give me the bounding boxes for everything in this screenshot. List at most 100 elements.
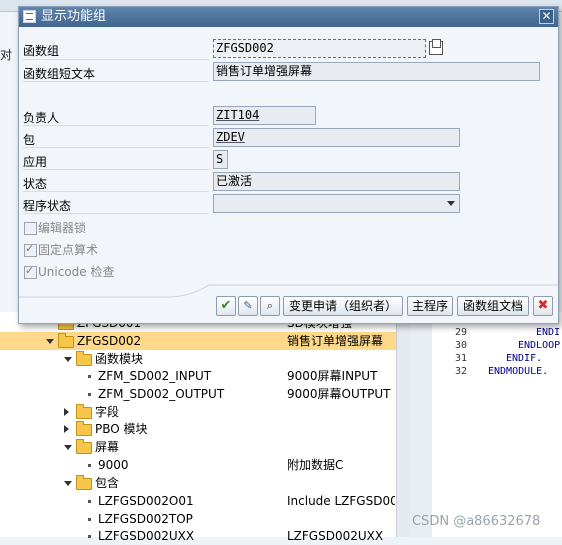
code-line-number: 29 [454,327,467,338]
leaf-bullet-icon [88,393,91,396]
watermark: CSDN @a86632678 [412,514,541,529]
tree-row[interactable]: ZFM_SD002_OUTPUT 9000屏幕OUTPUT [0,385,396,403]
confirm-check-icon[interactable]: ✔ [216,296,236,316]
expand-arrow-icon[interactable] [64,445,72,450]
tree-node-name: PBO 模块 [95,422,148,436]
tree-row[interactable]: ZFGSD002 销售订单增强屏幕 [0,332,396,350]
short-text-label: 函数组短文本 [23,67,96,81]
tree-row[interactable]: PBO 模块 [0,420,396,438]
expand-arrow-icon[interactable] [64,481,72,486]
program-status-dropdown[interactable] [213,194,460,213]
background-object-label: 对 [0,48,13,62]
tree-node-name: ZFM_SD002_INPUT [98,369,212,383]
application-field[interactable]: S [213,150,228,169]
tree-node-name: ZFGSD002 [77,334,142,348]
tree-row[interactable]: 屏幕 [0,438,396,456]
leaf-bullet-icon [88,464,91,467]
unicode-check-checkbox[interactable] [24,264,37,279]
change-request-button[interactable]: 变更申请（组织者） [283,296,403,316]
label-underline [23,191,209,192]
package-field[interactable]: ZDEV [213,128,460,147]
code-line-number: 30 [454,340,467,351]
owner-label: 负责人 [23,111,60,125]
tree-node-description: Include LZFGSD002 [287,494,395,508]
tree-row[interactable]: 9000 附加数据C [0,456,396,474]
tree-node-name: 函数模块 [95,352,144,366]
object-tree[interactable]: ZFGSD001SD模块增强ZFGSD002销售订单增强屏幕函数模块ZFM_SD… [0,312,396,543]
unicode-check-label: Unicode 检查 [38,265,115,279]
editor-lock-checkbox[interactable] [24,222,37,235]
tree-node-name: 屏幕 [95,440,120,454]
label-underline [23,213,209,214]
tree-node-description: LZFGSD002UXX [287,529,384,543]
code-line-text[interactable]: ENDIF. [506,352,542,366]
owner-field[interactable]: ZIT104 [213,106,316,125]
tree-row[interactable]: LZFGSD002O01 Include LZFGSD002 [0,492,396,510]
tree-node-name: ZFM_SD002_OUTPUT [98,387,225,401]
function-group-docs-button[interactable]: 函数组文档 [457,296,529,316]
label-underline [23,125,209,126]
collapsed-arrow-icon[interactable] [64,408,69,416]
program-status-label: 程序状态 [23,199,72,213]
display-change-icon[interactable]: ✎ [238,296,258,316]
label-underline [23,169,209,170]
tree-node-name: LZFGSD002TOP [98,512,193,526]
label-underline [23,81,209,82]
display-function-group-dialog: 显示功能组 ✕ 函数组 ZFGSD002 函数组短文本 销售订单增强屏幕 负责人… [18,6,559,324]
search-icon[interactable]: ⌕ [260,296,280,316]
close-icon[interactable]: ✕ [539,9,554,24]
code-line-gutter [410,312,432,537]
dialog-title: 显示功能组 [41,9,107,24]
window-icon [23,10,36,23]
tree-node-name: LZFGSD002O01 [98,494,194,508]
status-field[interactable]: 已激活 [213,172,460,191]
short-text-field[interactable]: 销售订单增强屏幕 [213,62,540,81]
tree-node-name: 9000 [98,458,129,472]
tree-row[interactable]: ZFM_SD002_INPUT 9000屏幕INPUT [0,367,396,385]
fixed-point-arithmetic-checkbox[interactable] [24,242,37,257]
code-line-text[interactable]: ENDMODULE. [488,365,548,379]
tree-row[interactable]: 字段 [0,403,396,421]
chevron-down-icon[interactable] [447,201,455,206]
code-line-number: 32 [454,366,467,377]
code-line-number: 31 [454,353,467,364]
folder-icon [58,333,74,348]
tree-row[interactable]: 包含 [0,474,396,492]
tree-node-description: 9000屏幕OUTPUT [287,387,391,401]
function-group-field[interactable]: ZFGSD002 [213,39,426,58]
tree-node-description: 9000屏幕INPUT [287,369,378,383]
function-group-label: 函数组 [23,44,60,58]
expand-arrow-icon[interactable] [46,339,54,344]
folder-icon [76,404,92,419]
editor-lock-label: 编辑器锁 [38,221,87,235]
code-line-text[interactable]: ENDI [536,326,560,340]
leaf-bullet-icon [88,375,91,378]
tree-node-name: 包含 [95,476,120,490]
collapsed-arrow-icon[interactable] [64,425,69,433]
package-label: 包 [23,133,36,147]
tree-row[interactable]: LZFGSD002TOP [0,510,396,528]
tree-node-description: 销售订单增强屏幕 [287,334,384,348]
dialog-titlebar[interactable]: 显示功能组 ✕ [19,7,558,27]
folder-icon [76,351,92,366]
folder-icon [76,475,92,490]
fixed-point-arithmetic-label: 固定点算术 [38,243,99,257]
code-line-text[interactable]: ENDLOOP [518,339,560,353]
tree-node-name: LZFGSD002UXX [98,529,195,543]
tree-node-description: 附加数据C [287,458,344,472]
tree-row[interactable]: 函数模块 [0,350,396,368]
expand-arrow-icon[interactable] [64,357,72,362]
folder-icon [76,439,92,454]
label-underline [23,147,209,148]
copy-icon[interactable] [429,39,443,55]
label-underline [23,59,209,60]
tree-node-name: 字段 [95,405,120,419]
status-label: 状态 [23,177,48,191]
tree-scrollbar[interactable] [396,312,410,537]
folder-icon [76,421,92,436]
cancel-icon[interactable]: ✖ [533,296,553,316]
tree-row[interactable]: LZFGSD002UXX LZFGSD002UXX [0,527,396,545]
application-label: 应用 [23,155,48,169]
main-program-button[interactable]: 主程序 [407,296,453,316]
leaf-bullet-icon [88,518,91,521]
